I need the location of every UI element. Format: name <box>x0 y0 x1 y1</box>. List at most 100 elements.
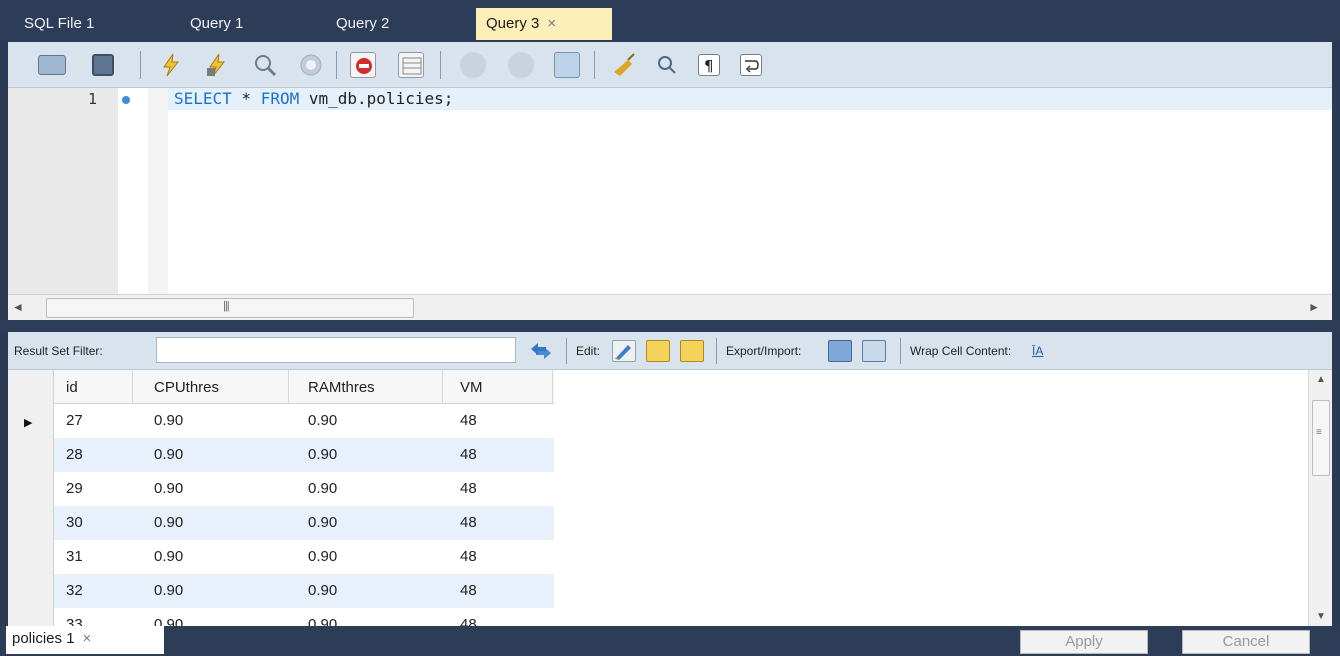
cell-id[interactable]: 33 <box>66 616 83 626</box>
column-separator[interactable] <box>552 370 553 404</box>
column-header-id[interactable]: id <box>66 379 78 396</box>
open-file-icon[interactable] <box>38 55 66 75</box>
table-row[interactable]: 27 0.90 0.90 48 <box>54 404 554 438</box>
sql-code-line[interactable]: SELECT * FROM vm_db.policies; <box>174 89 453 108</box>
commit-check-icon[interactable] <box>460 52 486 78</box>
cell-id[interactable]: 27 <box>66 412 83 429</box>
cell-ramthres[interactable]: 0.90 <box>308 446 337 463</box>
cell-vm[interactable]: 48 <box>460 446 477 463</box>
cell-vm[interactable]: 48 <box>460 412 477 429</box>
toolbar-separator <box>140 51 141 79</box>
table-row[interactable]: 29 0.90 0.90 48 <box>54 472 554 506</box>
insert-row-icon[interactable] <box>646 340 670 362</box>
table-row[interactable]: 28 0.90 0.90 48 <box>54 438 554 472</box>
import-icon[interactable] <box>862 340 886 362</box>
stop-icon[interactable] <box>298 52 324 78</box>
column-separator[interactable] <box>132 370 133 404</box>
result-grid[interactable]: id CPUthres RAMthres VM 27 0.90 0.90 48 28 0.… <box>8 370 1332 626</box>
column-header-cputhres[interactable]: CPUthres <box>154 379 219 396</box>
toggle-output-icon[interactable] <box>398 52 424 78</box>
cell-vm[interactable]: 48 <box>460 514 477 531</box>
save-icon[interactable] <box>92 54 114 76</box>
editor-horizontal-scrollbar[interactable]: ◄ ||| ► <box>8 294 1332 320</box>
panel-divider[interactable] <box>0 320 1340 332</box>
scroll-up-arrow-icon[interactable]: ▲ <box>1316 374 1326 385</box>
grid-vertical-scrollbar[interactable]: ▲ ≡ ▼ <box>1308 370 1332 626</box>
scroll-right-arrow-icon[interactable]: ► <box>1308 300 1320 314</box>
cell-id[interactable]: 32 <box>66 582 83 599</box>
tab-policies-1[interactable]: policies 1 × <box>6 626 164 654</box>
sql-table-name: vm_db.policies; <box>299 89 454 108</box>
line-number: 1 <box>88 90 98 108</box>
result-toolbar: Result Set Filter: Edit: Export/Import: … <box>8 332 1332 370</box>
delete-row-icon[interactable] <box>680 340 704 362</box>
column-separator[interactable] <box>288 370 289 404</box>
cell-vm[interactable]: 48 <box>460 548 477 565</box>
cancel-button[interactable]: Cancel <box>1182 630 1310 654</box>
cell-ramthres[interactable]: 0.90 <box>308 548 337 565</box>
cell-cputhres[interactable]: 0.90 <box>154 616 183 626</box>
refresh-arrows-icon[interactable] <box>528 340 552 362</box>
toolbar-separator <box>716 338 717 364</box>
scroll-down-arrow-icon[interactable]: ▼ <box>1316 611 1326 622</box>
column-separator[interactable] <box>442 370 443 404</box>
table-row[interactable]: 33 0.90 0.90 48 <box>54 608 554 626</box>
result-filter-input[interactable] <box>156 337 516 363</box>
cell-cputhres[interactable]: 0.90 <box>154 446 183 463</box>
explain-magnifier-icon[interactable] <box>252 52 278 78</box>
cell-cputhres[interactable]: 0.90 <box>154 514 183 531</box>
cell-ramthres[interactable]: 0.90 <box>308 514 337 531</box>
edit-label: Edit: <box>576 344 601 358</box>
column-header-ramthres[interactable]: RAMthres <box>308 379 375 396</box>
table-row[interactable]: 31 0.90 0.90 48 <box>54 540 554 574</box>
scrollbar-grip-icon: ||| <box>223 300 230 312</box>
autocommit-icon[interactable] <box>554 52 580 78</box>
table-row[interactable]: 32 0.90 0.90 48 <box>54 574 554 608</box>
beautify-broom-icon[interactable] <box>610 52 636 78</box>
scroll-left-arrow-icon[interactable]: ◄ <box>12 300 24 314</box>
statement-marker-dot-icon <box>122 96 130 104</box>
search-icon[interactable] <box>654 52 680 78</box>
invisible-chars-pilcrow-icon[interactable]: ¶ <box>698 54 720 76</box>
cell-vm[interactable]: 48 <box>460 616 477 626</box>
cell-id[interactable]: 30 <box>66 514 83 531</box>
cell-vm[interactable]: 48 <box>460 582 477 599</box>
edit-row-pencil-icon[interactable] <box>612 340 636 362</box>
sql-editor[interactable]: 1 SELECT * FROM vm_db.policies; <box>8 88 1332 294</box>
wrap-cell-toggle-icon[interactable]: ĪA <box>1032 344 1043 358</box>
execute-current-icon[interactable] <box>204 52 230 78</box>
cell-id[interactable]: 28 <box>66 446 83 463</box>
tab-query-1[interactable]: Query 1 <box>180 8 253 40</box>
current-row-arrow-icon: ▶ <box>24 417 33 429</box>
export-icon[interactable] <box>828 340 852 362</box>
toggle-error-icon[interactable] <box>350 52 376 78</box>
cell-vm[interactable]: 48 <box>460 480 477 497</box>
cell-id[interactable]: 29 <box>66 480 83 497</box>
cell-ramthres[interactable]: 0.90 <box>308 412 337 429</box>
column-header-vm[interactable]: VM <box>460 379 483 396</box>
cell-ramthres[interactable]: 0.90 <box>308 582 337 599</box>
cell-ramthres[interactable]: 0.90 <box>308 616 337 626</box>
execute-lightning-icon[interactable] <box>158 52 184 78</box>
close-icon[interactable]: × <box>83 630 92 647</box>
table-row[interactable]: 30 0.90 0.90 48 <box>54 506 554 540</box>
tab-query-3[interactable]: Query 3 × <box>476 8 612 40</box>
cell-cputhres[interactable]: 0.90 <box>154 412 183 429</box>
result-filter-label: Result Set Filter: <box>14 344 103 358</box>
cell-cputhres[interactable]: 0.90 <box>154 582 183 599</box>
word-wrap-icon[interactable] <box>740 54 762 76</box>
rollback-icon[interactable] <box>508 52 534 78</box>
tab-sql-file-1[interactable]: SQL File 1 <box>14 8 104 40</box>
close-icon[interactable]: × <box>547 15 556 32</box>
tab-query-2[interactable]: Query 2 <box>326 8 399 40</box>
cell-id[interactable]: 31 <box>66 548 83 565</box>
cell-cputhres[interactable]: 0.90 <box>154 480 183 497</box>
editor-tab-bar: SQL File 1 Query 1 Query 2 Query 3 × <box>0 0 1340 42</box>
tab-label: SQL File 1 <box>24 15 95 32</box>
cell-ramthres[interactable]: 0.90 <box>308 480 337 497</box>
sql-keyword-from: FROM <box>260 89 300 108</box>
apply-button[interactable]: Apply <box>1020 630 1148 654</box>
scrollbar-thumb[interactable]: ≡ <box>1312 400 1330 476</box>
scrollbar-thumb[interactable]: ||| <box>46 298 414 318</box>
cell-cputhres[interactable]: 0.90 <box>154 548 183 565</box>
